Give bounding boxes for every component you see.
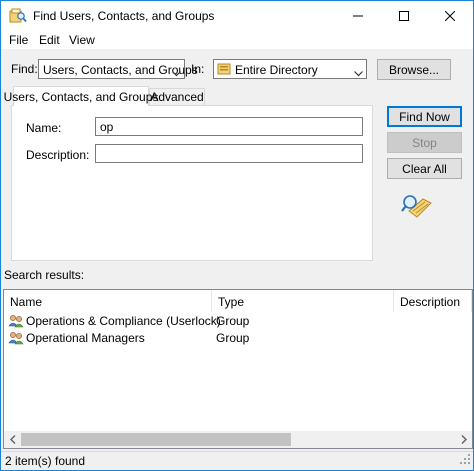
- status-bar: 2 item(s) found: [1, 451, 473, 470]
- menu-bar: File Edit View: [1, 31, 473, 49]
- in-scope-value: Entire Directory: [235, 63, 318, 77]
- column-header-description[interactable]: Description: [394, 290, 472, 312]
- row-name: Operations & Compliance (Userlock): [26, 314, 221, 328]
- find-label: Find:: [11, 62, 38, 76]
- search-results-label: Search results:: [4, 268, 85, 282]
- in-label: In:: [191, 62, 205, 76]
- tab-users-contacts-groups[interactable]: Users, Contacts, and Groups: [4, 86, 158, 106]
- scroll-left-button[interactable]: [4, 431, 21, 448]
- window-title: Find Users, Contacts, and Groups: [33, 9, 215, 23]
- menu-file[interactable]: File: [9, 33, 28, 47]
- scroll-right-button[interactable]: [455, 431, 472, 448]
- directory-folder-icon: [217, 62, 231, 79]
- title-bar[interactable]: Find Users, Contacts, and Groups: [1, 1, 473, 31]
- row-type: Group: [216, 314, 250, 328]
- menu-view[interactable]: View: [69, 33, 95, 47]
- scroll-thumb[interactable]: [21, 433, 291, 446]
- group-icon: [8, 314, 24, 328]
- find-dialog-window: Find Users, Contacts, and Groups File Ed…: [0, 0, 474, 471]
- maximize-button[interactable]: [381, 1, 427, 31]
- name-input[interactable]: op: [95, 117, 363, 136]
- row-type: Group: [216, 331, 250, 345]
- minimize-icon: [353, 11, 363, 21]
- close-icon: [445, 11, 455, 21]
- maximize-icon: [399, 11, 409, 21]
- description-input[interactable]: [95, 144, 363, 163]
- in-scope-dropdown[interactable]: Entire Directory: [213, 59, 367, 79]
- results-list[interactable]: Name Type Description Operations & Compl…: [3, 289, 473, 449]
- find-type-dropdown[interactable]: Users, Contacts, and Groups: [38, 59, 198, 80]
- table-row[interactable]: Operational Managers Group: [4, 330, 472, 347]
- horizontal-scrollbar[interactable]: [4, 431, 472, 448]
- name-label: Name:: [26, 121, 62, 135]
- chevron-down-icon: [354, 66, 363, 80]
- directory-search-icon: [9, 8, 27, 24]
- column-header-type[interactable]: Type: [212, 290, 394, 312]
- browse-button[interactable]: Browse...: [377, 59, 451, 80]
- group-icon: [8, 331, 24, 345]
- chevron-left-icon: [9, 433, 16, 447]
- menu-edit[interactable]: Edit: [39, 33, 60, 47]
- column-header-name[interactable]: Name: [4, 290, 212, 312]
- clear-all-button[interactable]: Clear All: [387, 158, 462, 179]
- magnifier-search-icon: [401, 193, 433, 222]
- description-label: Description:: [26, 148, 90, 162]
- minimize-button[interactable]: [335, 1, 381, 31]
- close-button[interactable]: [427, 1, 473, 31]
- row-name: Operational Managers: [26, 331, 145, 345]
- chevron-right-icon: [461, 433, 467, 447]
- stop-button[interactable]: Stop: [387, 132, 462, 153]
- table-row[interactable]: Operations & Compliance (Userlock) Group: [4, 313, 472, 330]
- status-text: 2 item(s) found: [5, 454, 86, 468]
- find-now-button[interactable]: Find Now: [387, 106, 462, 127]
- resize-grip-icon[interactable]: [459, 453, 471, 468]
- chevron-down-icon: [172, 66, 181, 80]
